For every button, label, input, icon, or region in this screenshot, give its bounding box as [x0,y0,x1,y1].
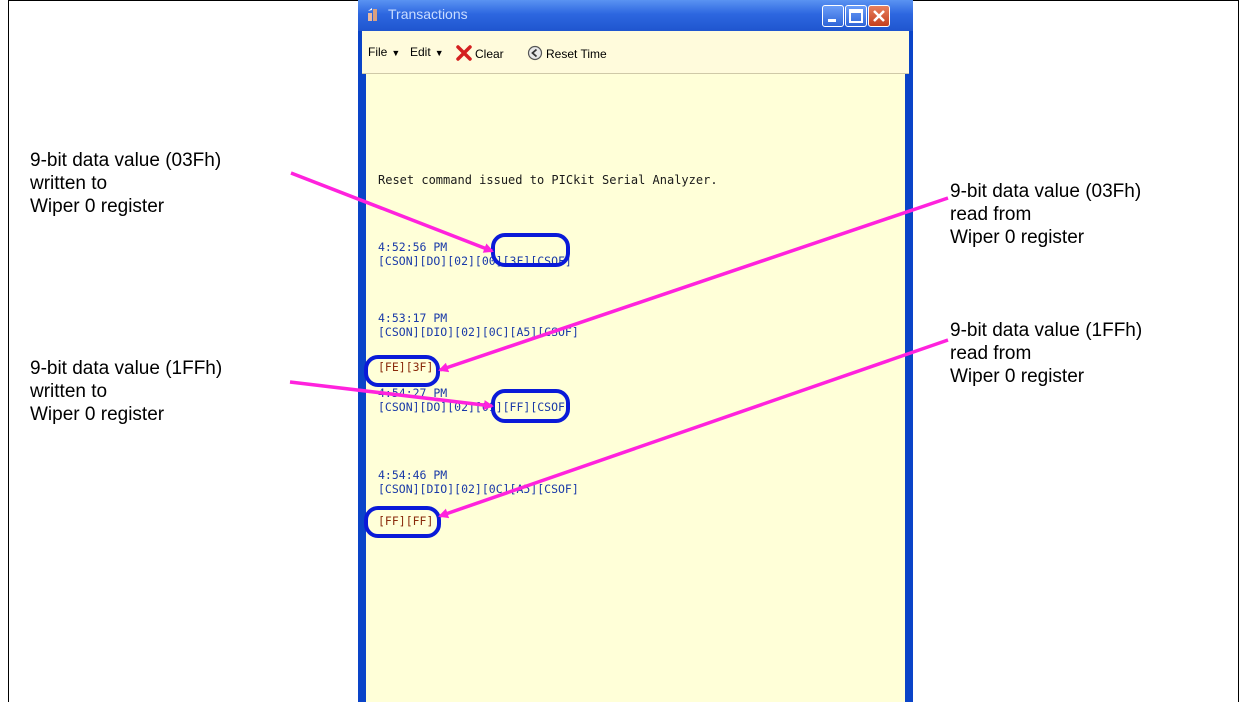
annotation-overlay [289,171,949,538]
arrow [290,171,494,253]
highlight-oval [364,506,441,538]
highlight-oval [491,389,570,423]
arrow [438,338,949,519]
arrow [438,196,949,373]
highlight-oval [491,233,570,267]
highlight-oval [364,355,440,387]
